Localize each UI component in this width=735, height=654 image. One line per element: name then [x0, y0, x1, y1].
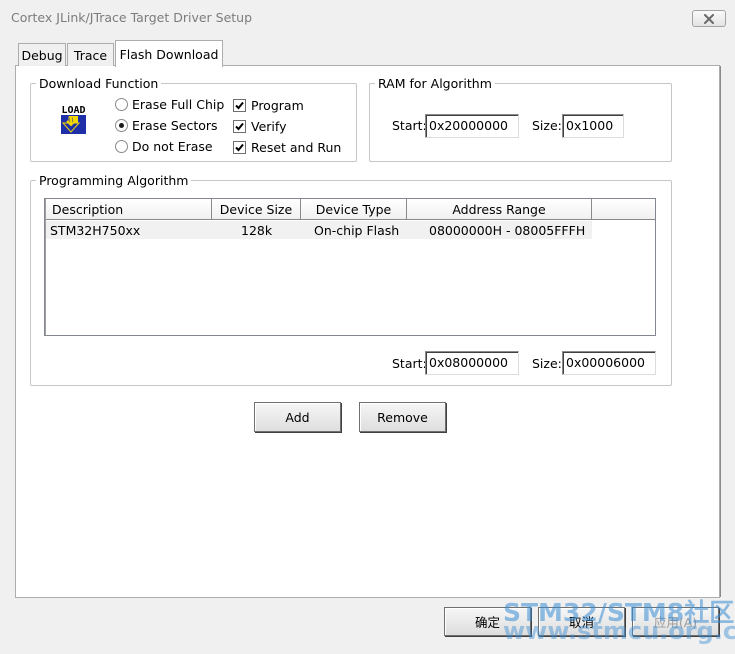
row-device-size: 128k [241, 223, 273, 238]
tab-flash-download[interactable]: Flash Download [115, 40, 223, 67]
ram-size-input[interactable]: 0x1000 [562, 114, 624, 138]
algo-size-label: Size: [532, 356, 562, 371]
erase-sectors-label: Erase Sectors [132, 118, 218, 133]
ram-start-label: Start: [392, 118, 427, 133]
reset-and-run-label: Reset and Run [251, 140, 342, 155]
tab-debug[interactable]: Debug [18, 43, 66, 66]
program-checkbox[interactable] [233, 99, 246, 112]
row-device-type: On-chip Flash [314, 223, 400, 238]
row-description: STM32H750xx [50, 223, 141, 238]
watermark-line2: www.stmcu.org.cn [503, 617, 735, 645]
column-header-device-type[interactable]: Device Type [301, 199, 407, 220]
column-header-description-label: Description [52, 201, 124, 217]
download-function-label: Download Function [36, 76, 162, 91]
remove-button[interactable]: Remove [359, 402, 446, 432]
verify-label: Verify [251, 119, 287, 134]
add-button-label: Add [285, 409, 310, 425]
do-not-erase-label: Do not Erase [132, 139, 213, 154]
algo-start-label: Start: [392, 356, 427, 371]
column-header-device-size-label: Device Size [219, 201, 293, 217]
tab-trace-label: Trace [73, 47, 108, 63]
ram-start-input[interactable]: 0x20000000 [425, 114, 519, 138]
tab-trace[interactable]: Trace [67, 43, 114, 66]
programming-algorithm-label: Programming Algorithm [36, 173, 192, 188]
load-icon: LOAD [57, 103, 90, 135]
column-header-empty [592, 199, 655, 220]
algorithm-list[interactable]: Description Device Size Device Type Addr… [44, 198, 656, 336]
column-header-address-range-label: Address Range [452, 201, 546, 217]
do-not-erase-radio[interactable] [115, 140, 128, 153]
column-header-device-size[interactable]: Device Size [212, 199, 301, 220]
remove-button-label: Remove [377, 409, 428, 425]
row-address-range: 08000000H - 08005FFFH [429, 223, 586, 238]
algo-start-input[interactable]: 0x08000000 [425, 351, 519, 375]
reset-and-run-checkbox[interactable] [233, 141, 246, 154]
checkmark-icon [235, 101, 244, 110]
column-header-device-type-label: Device Type [315, 201, 392, 217]
tab-flash-download-label: Flash Download [119, 46, 219, 62]
window-title: Cortex JLink/JTrace Target Driver Setup [11, 10, 253, 25]
load-icon-text: LOAD [61, 105, 85, 116]
ram-size-label: Size: [532, 118, 562, 133]
erase-full-chip-label: Erase Full Chip [132, 97, 225, 112]
erase-sectors-radio[interactable] [115, 119, 128, 132]
radio-selected-dot [119, 123, 124, 128]
erase-full-chip-radio[interactable] [115, 98, 128, 111]
column-header-address-range[interactable]: Address Range [407, 199, 592, 220]
program-label: Program [251, 98, 304, 113]
tab-debug-label: Debug [21, 47, 63, 63]
checkmark-icon [235, 122, 244, 131]
column-header-description[interactable]: Description [46, 199, 212, 220]
ram-for-algorithm-label: RAM for Algorithm [375, 76, 495, 91]
algo-size-input[interactable]: 0x00006000 [562, 351, 656, 375]
close-button[interactable] [692, 10, 726, 27]
ok-button-label: 确定 [474, 615, 500, 630]
checkmark-icon [235, 143, 244, 152]
verify-checkbox[interactable] [233, 120, 246, 133]
close-icon [704, 13, 714, 24]
add-button[interactable]: Add [254, 402, 341, 432]
